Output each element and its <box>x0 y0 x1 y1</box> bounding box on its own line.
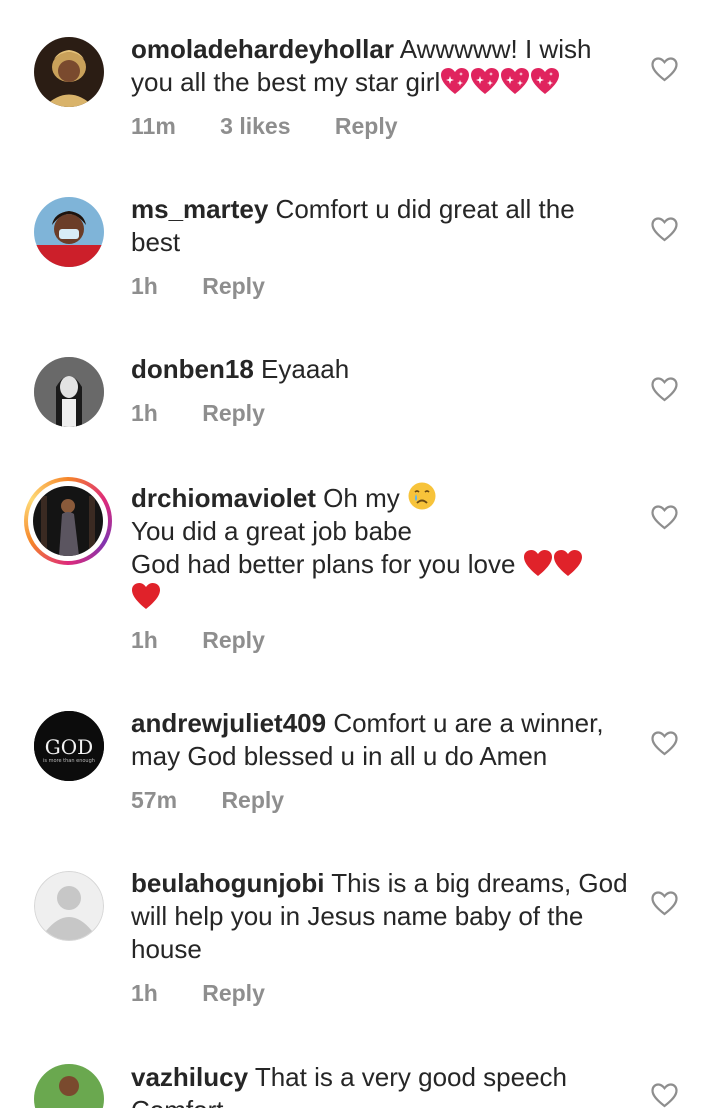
comment-username[interactable]: omoladehardeyhollar <box>131 34 394 64</box>
avatar <box>33 486 103 556</box>
comment-text: vazhilucy That is a very good speech Com… <box>131 1061 631 1108</box>
comment-username[interactable]: vazhilucy <box>131 1062 248 1092</box>
red-heart-icon <box>523 549 583 579</box>
comment-username[interactable]: ms_martey <box>131 194 268 224</box>
reply-button[interactable]: Reply <box>202 398 265 428</box>
comment-text: ms_martey Comfort u did great all the be… <box>131 193 631 259</box>
comment-text: andrewjuliet409 Comfort u are a winner, … <box>131 707 631 773</box>
avatar-logo-subtext: is more than enough <box>43 758 95 764</box>
comment-meta: 1h Reply <box>131 978 265 1008</box>
comment-meta: 1h Reply <box>131 625 265 655</box>
heart-outline-icon[interactable] <box>651 505 678 530</box>
sparkling-heart-icon <box>440 67 560 97</box>
comment-time: 1h <box>131 980 158 1006</box>
default-avatar-icon[interactable] <box>34 871 104 941</box>
reply-button[interactable]: Reply <box>335 111 398 141</box>
comment-meta: 1h Reply <box>131 398 265 428</box>
heart-outline-icon[interactable] <box>651 377 678 402</box>
heart-outline-icon[interactable] <box>651 217 678 242</box>
reply-button[interactable]: Reply <box>202 271 265 301</box>
avatar[interactable]: GOD is more than enough <box>34 711 104 781</box>
comment-message: Oh my <box>323 483 400 513</box>
heart-outline-icon[interactable] <box>651 1083 678 1108</box>
heart-outline-icon[interactable] <box>651 731 678 756</box>
heart-outline-icon[interactable] <box>651 891 678 916</box>
comment-time: 11m <box>131 113 176 139</box>
comment-username[interactable]: andrewjuliet409 <box>131 708 326 738</box>
comment-username[interactable]: beulahogunjobi <box>131 868 325 898</box>
comment-text: beulahogunjobi This is a big dreams, God… <box>131 867 631 966</box>
comment-username[interactable]: donben18 <box>131 354 254 384</box>
comment-meta: 57m Reply <box>131 785 284 815</box>
comment-time: 1h <box>131 627 158 653</box>
comment-likes[interactable]: 3 likes <box>220 111 290 141</box>
comment-text: omoladehardeyhollar Awwwww! I wish you a… <box>131 33 631 99</box>
comment-meta: 1h Reply <box>131 271 265 301</box>
comment-time: 1h <box>131 273 158 299</box>
comment-meta: 11m 3 likes Reply <box>131 111 398 141</box>
red-heart-icon <box>131 582 161 612</box>
comment-message: That is a very good speech <box>254 1062 568 1092</box>
comment-time: 57m <box>131 787 178 813</box>
comment-username[interactable]: drchiomaviolet <box>131 483 316 513</box>
heart-outline-icon[interactable] <box>651 57 678 82</box>
avatar[interactable] <box>34 1064 104 1108</box>
comment-message: Eyaaah <box>261 354 350 384</box>
comment-line: God had better plans for you love <box>131 549 516 579</box>
reply-button[interactable]: Reply <box>202 978 265 1008</box>
reply-button[interactable]: Reply <box>202 625 265 655</box>
comment-time: 1h <box>131 400 158 426</box>
avatar[interactable] <box>34 37 104 107</box>
reply-button[interactable]: Reply <box>221 785 284 815</box>
comment-text: drchiomaviolet Oh my You did a great job… <box>131 481 631 614</box>
avatar[interactable] <box>34 357 104 427</box>
avatar-story-ring[interactable] <box>24 477 112 565</box>
avatar[interactable] <box>34 197 104 267</box>
comment-text: donben18 Eyaaah <box>131 353 631 386</box>
comment-line: Comfort <box>131 1094 631 1108</box>
crying-face-icon <box>407 481 437 511</box>
avatar-logo-text: GOD <box>45 735 93 759</box>
comment-line: You did a great job babe <box>131 516 412 546</box>
